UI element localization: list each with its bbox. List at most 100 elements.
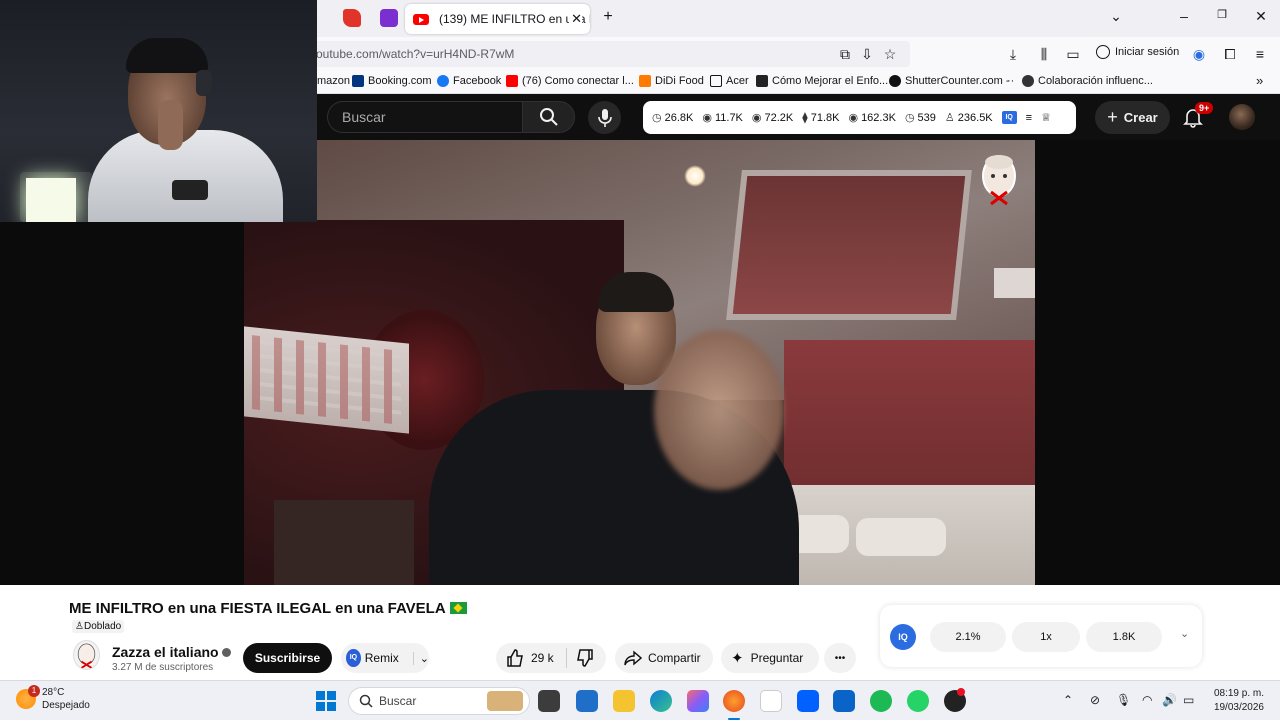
youtube-icon bbox=[413, 13, 429, 25]
close-window-icon[interactable]: ✕ bbox=[1251, 8, 1271, 25]
bookmark-item[interactable]: Cómo Mejorar el Enfo... bbox=[756, 75, 888, 87]
chevron-down-icon[interactable]: ⌄ bbox=[1180, 627, 1189, 640]
subscriber-count: 3.27 M de suscriptores bbox=[112, 662, 214, 673]
close-tab-icon[interactable]: ✕ bbox=[569, 11, 582, 27]
ask-label: Preguntar bbox=[750, 651, 804, 665]
stat-value: 71.8K bbox=[810, 111, 840, 124]
store-icon[interactable] bbox=[576, 690, 598, 712]
stat-value: 539 bbox=[917, 111, 936, 124]
taskbar-search-label: Buscar bbox=[379, 694, 417, 708]
chevron-up-icon[interactable]: ⌃ bbox=[1063, 693, 1073, 707]
search-button[interactable] bbox=[522, 101, 575, 133]
menu-icon[interactable]: ≡ bbox=[1251, 46, 1269, 62]
create-button[interactable]: + Crear bbox=[1095, 101, 1170, 134]
stat-value: 72.2K bbox=[764, 111, 794, 124]
remix-button[interactable]: IQ Remix ⌄ bbox=[341, 643, 429, 673]
bookmark-star-icon[interactable]: ☆ bbox=[881, 46, 899, 62]
scene-air-conditioner bbox=[994, 268, 1035, 298]
trophy-icon[interactable]: ♕ bbox=[1041, 111, 1051, 124]
dubbed-badge[interactable]: ♙Doblado bbox=[72, 620, 125, 633]
iq-rate-button[interactable]: 2.1% bbox=[930, 622, 1006, 652]
dropbox-icon[interactable] bbox=[797, 690, 819, 712]
stat-value: 11.7K bbox=[714, 111, 743, 124]
voice-search-button[interactable] bbox=[588, 101, 621, 134]
new-tab-button[interactable]: + bbox=[598, 8, 618, 26]
share-icon bbox=[624, 650, 642, 666]
iq-extension-icon[interactable]: ◉ bbox=[1190, 46, 1208, 62]
bookmark-item[interactable]: DiDi Food bbox=[639, 75, 704, 87]
whatsapp-icon[interactable] bbox=[907, 690, 929, 712]
list-tabs-icon[interactable]: ⌄ bbox=[1106, 8, 1126, 25]
clock-icon: ◷ bbox=[652, 112, 662, 124]
search-icon bbox=[359, 694, 373, 708]
outlook-icon[interactable] bbox=[833, 690, 855, 712]
network-off-icon[interactable]: ⊘ bbox=[1090, 693, 1100, 707]
bookmark-label: Facebook bbox=[453, 75, 502, 87]
more-bookmarks-icon[interactable]: » bbox=[1256, 73, 1263, 88]
booking-icon bbox=[352, 75, 364, 87]
channel-name[interactable]: Zazza el italiano bbox=[112, 644, 231, 660]
volume-icon[interactable]: 🔊 bbox=[1162, 693, 1177, 707]
cam-watch bbox=[172, 180, 208, 200]
battery-icon[interactable]: ▭ bbox=[1183, 693, 1194, 707]
edge-icon[interactable] bbox=[650, 690, 672, 712]
iq-logo[interactable]: IQ bbox=[890, 624, 916, 650]
clock[interactable]: 08:19 p. m. 19/03/2026 bbox=[1208, 687, 1264, 715]
minimize-icon[interactable]: – bbox=[1174, 8, 1194, 24]
bookmark-item[interactable]: Facebook bbox=[437, 75, 501, 87]
task-view-icon[interactable] bbox=[538, 690, 560, 712]
firefox-icon[interactable] bbox=[723, 690, 745, 712]
youtube-icon bbox=[506, 75, 518, 87]
subscribe-button[interactable]: Suscribirse bbox=[243, 643, 332, 673]
plus-icon: + bbox=[1107, 107, 1118, 127]
extensions-icon[interactable]: ⧠ bbox=[1221, 46, 1239, 62]
bookmark-item[interactable]: mazon bbox=[317, 75, 350, 87]
bookmark-item[interactable]: Colaboración influenc... bbox=[1022, 75, 1153, 87]
wifi-icon[interactable]: ◠ bbox=[1142, 693, 1152, 707]
ask-button[interactable]: ✦ Preguntar bbox=[721, 643, 819, 673]
amazon-icon[interactable] bbox=[760, 690, 782, 712]
video-player[interactable] bbox=[244, 140, 1035, 585]
thumbs-up-icon[interactable] bbox=[505, 648, 525, 668]
channel-name-text: Zazza el italiano bbox=[112, 644, 219, 660]
sidebar-icon[interactable]: ▭ bbox=[1064, 46, 1082, 62]
iq-logo[interactable]: IQ bbox=[1001, 111, 1017, 124]
channel-watermark-logo[interactable] bbox=[979, 152, 1019, 207]
download-page-icon[interactable]: ⇩ bbox=[858, 46, 876, 62]
bookmark-item[interactable]: (76) Como conectar l... bbox=[506, 75, 634, 87]
start-button[interactable] bbox=[316, 691, 336, 711]
picture-in-picture-icon[interactable]: ⧉ bbox=[836, 46, 854, 62]
login-button[interactable]: Iniciar sesión bbox=[1096, 45, 1179, 59]
bookmark-item[interactable]: ShutterCounter.com - bbox=[889, 75, 1010, 87]
downloads-icon[interactable]: ⤓ bbox=[1004, 46, 1022, 62]
iq-speed-button[interactable]: 1x bbox=[1012, 622, 1080, 652]
chevron-down-icon[interactable]: ⌄ bbox=[412, 651, 429, 665]
bookmark-item[interactable]: Booking.com bbox=[352, 75, 432, 87]
stat-item: ◷ 539 bbox=[905, 111, 936, 125]
file-explorer-icon[interactable] bbox=[613, 690, 635, 712]
stat-item: ♙ 236.5K bbox=[945, 111, 993, 125]
tab-youtube-video[interactable]: (139) ME INFILTRO en una F ✕ bbox=[405, 4, 590, 34]
thumbs-down-icon[interactable] bbox=[575, 648, 595, 668]
like-count[interactable]: 29 k bbox=[531, 651, 554, 665]
app-tab-icon[interactable] bbox=[380, 9, 398, 27]
spotify-icon[interactable] bbox=[870, 690, 892, 712]
url-field[interactable]: outube.com/watch?v=urH4ND-R7wM bbox=[300, 41, 910, 67]
list-icon[interactable]: ≡ bbox=[1026, 112, 1032, 124]
weather-badge: 1 bbox=[28, 685, 40, 697]
share-button[interactable]: Compartir bbox=[615, 643, 713, 673]
folder-icon bbox=[710, 75, 722, 87]
channel-avatar[interactable] bbox=[73, 640, 100, 670]
search-input[interactable]: Buscar bbox=[327, 101, 522, 133]
bookmark-item[interactable]: Acer bbox=[710, 75, 749, 87]
weather-desc: Despejado bbox=[42, 700, 90, 711]
taskbar-search[interactable]: Buscar bbox=[348, 687, 530, 715]
library-icon[interactable]: ⫼ bbox=[1035, 46, 1053, 62]
pdf-tab-icon[interactable] bbox=[343, 9, 361, 27]
iq-count-button[interactable]: 1.8K bbox=[1086, 622, 1162, 652]
copilot-icon[interactable] bbox=[687, 690, 709, 712]
microphone-icon[interactable]: 🎙 bbox=[1116, 693, 1131, 707]
restore-icon[interactable]: ❐ bbox=[1212, 8, 1232, 21]
avatar[interactable] bbox=[1229, 104, 1255, 130]
more-actions-button[interactable]: ••• bbox=[824, 643, 856, 673]
